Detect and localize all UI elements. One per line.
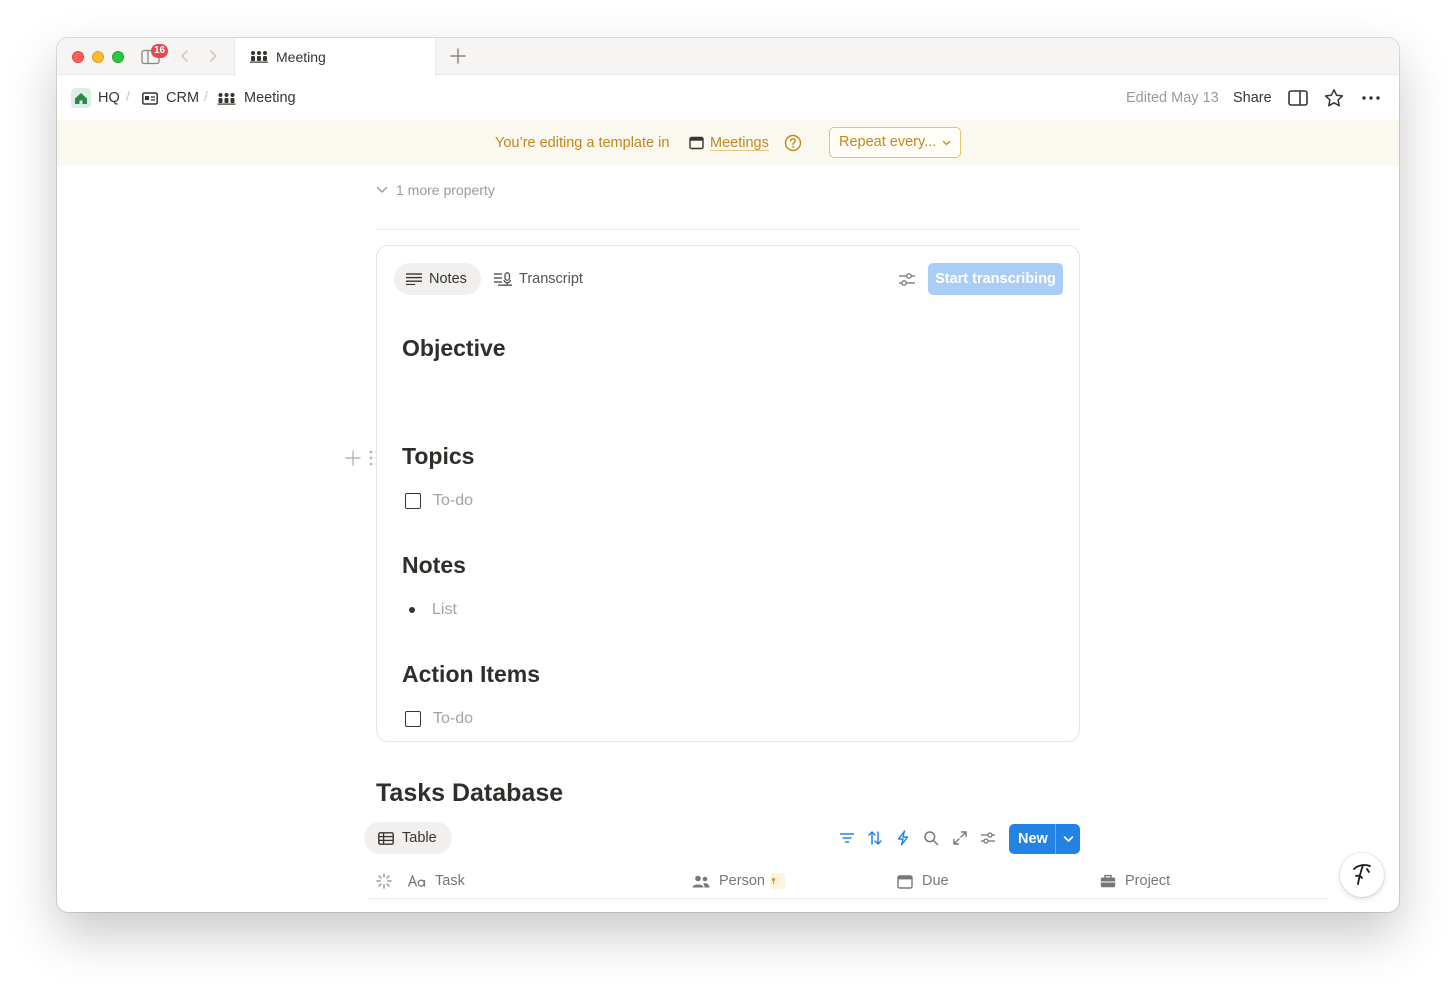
button-divider xyxy=(1055,824,1056,854)
home-icon xyxy=(71,88,91,108)
briefcase-icon xyxy=(1100,874,1116,888)
key-icon xyxy=(770,873,785,889)
forward-arrow-icon[interactable] xyxy=(206,48,220,64)
new-tab-plus-icon[interactable] xyxy=(449,47,467,65)
tab-label: Notes xyxy=(429,271,467,287)
add-block-plus-icon xyxy=(345,450,361,466)
view-label: Table xyxy=(402,830,437,846)
edited-timestamp: Edited May 13 xyxy=(1126,90,1219,106)
tab-transcript[interactable]: Transcript xyxy=(494,263,604,295)
breadcrumb-item-hq[interactable]: HQ xyxy=(71,76,120,120)
text-lines-icon xyxy=(406,273,422,285)
search-icon[interactable] xyxy=(923,830,939,846)
table-icon xyxy=(378,831,394,845)
checkbox[interactable] xyxy=(405,493,421,509)
bullet-item[interactable]: List xyxy=(409,601,457,619)
breadcrumb-separator: / xyxy=(126,88,130,104)
expand-icon[interactable] xyxy=(952,830,968,846)
back-arrow-icon[interactable] xyxy=(178,48,192,64)
new-label: New xyxy=(1018,831,1048,847)
tab-notes[interactable]: Notes xyxy=(394,263,481,295)
tasks-database-title[interactable]: Tasks Database xyxy=(376,779,563,808)
zoom-window-button[interactable] xyxy=(112,51,124,63)
column-label: Project xyxy=(1125,873,1171,889)
breadcrumb-label: CRM xyxy=(166,90,200,106)
list-placeholder: List xyxy=(432,601,457,618)
share-button[interactable]: Share xyxy=(1233,76,1272,120)
star-icon[interactable] xyxy=(1323,88,1345,108)
todo-item[interactable]: To-do xyxy=(405,492,473,510)
filter-icon[interactable] xyxy=(839,830,855,846)
column-label: Task xyxy=(435,873,465,889)
column-header-due[interactable]: Due xyxy=(897,871,949,891)
column-label: Person xyxy=(719,873,765,889)
sliders-settings-icon[interactable] xyxy=(897,271,917,289)
chevron-down-icon xyxy=(376,186,388,193)
tab-label: Transcript xyxy=(519,271,583,287)
column-label: Due xyxy=(922,873,949,889)
automation-lightning-icon[interactable] xyxy=(895,830,911,846)
transcript-icon xyxy=(494,272,512,286)
title-aa-icon xyxy=(408,875,426,887)
breadcrumb-item-crm[interactable]: CRM xyxy=(142,76,199,120)
column-header-project[interactable]: Project xyxy=(1100,871,1170,891)
people-icon xyxy=(250,51,268,63)
meetings-database-link[interactable]: Meetings xyxy=(710,135,769,151)
repeat-every-button[interactable]: Repeat every... xyxy=(829,127,961,158)
view-tab-table[interactable]: Table xyxy=(364,822,452,854)
tab-title: Meeting xyxy=(276,49,326,65)
app-window: 16 Meeting HQ / CRM / Meeting Edited May… xyxy=(57,38,1399,912)
template-banner: You’re editing a template in Meetings Re… xyxy=(57,120,1399,166)
chevron-down-icon xyxy=(942,140,951,146)
notion-ai-button[interactable] xyxy=(1340,853,1384,897)
todo-item[interactable]: To-do xyxy=(405,710,473,728)
repeat-label: Repeat every... xyxy=(839,134,937,150)
sliders-settings-icon[interactable] xyxy=(980,830,996,846)
calendar-icon xyxy=(897,874,913,889)
checkbox[interactable] xyxy=(405,711,421,727)
new-record-button[interactable]: New xyxy=(1009,824,1080,854)
notion-ai-face-icon xyxy=(1353,864,1371,885)
people-icon xyxy=(217,92,236,105)
close-window-button[interactable] xyxy=(72,51,84,63)
bullet-dot xyxy=(409,607,415,613)
heading-objective[interactable]: Objective xyxy=(402,335,506,362)
chevron-down-icon[interactable] xyxy=(1063,835,1074,843)
notification-badge: 16 xyxy=(151,44,169,58)
minimize-window-button[interactable] xyxy=(92,51,104,63)
start-transcribing-button[interactable]: Start transcribing xyxy=(928,263,1063,295)
breadcrumb-item-meeting[interactable]: Meeting xyxy=(217,76,296,120)
contact-card-icon xyxy=(142,91,158,105)
side-peek-icon[interactable] xyxy=(1287,88,1309,108)
more-options-icon[interactable] xyxy=(1360,88,1382,108)
browser-tab-meeting[interactable]: Meeting xyxy=(234,38,436,76)
heading-topics[interactable]: Topics xyxy=(402,443,474,470)
title-bar: 16 Meeting xyxy=(57,38,1399,76)
loading-spinner-icon xyxy=(376,873,392,889)
meeting-notes-block: Notes Transcript Start transcribing Obje… xyxy=(376,245,1080,742)
todo-placeholder: To-do xyxy=(433,710,474,727)
more-properties-toggle[interactable]: 1 more property xyxy=(376,182,495,198)
breadcrumb-label: HQ xyxy=(98,90,120,106)
properties-divider xyxy=(376,229,1080,230)
heading-action-items[interactable]: Action Items xyxy=(402,661,540,688)
heading-notes[interactable]: Notes xyxy=(402,552,466,579)
table-header-divider xyxy=(368,898,1328,899)
page-topbar: HQ / CRM / Meeting Edited May 13 Share xyxy=(57,76,1399,120)
more-properties-label: 1 more property xyxy=(396,182,495,198)
banner-text: You’re editing a template in xyxy=(495,135,670,151)
todo-placeholder: To-do xyxy=(433,492,474,509)
calendar-icon xyxy=(689,136,704,150)
breadcrumb-separator: / xyxy=(204,88,208,104)
column-header-person[interactable]: Person xyxy=(692,871,785,891)
people-icon xyxy=(692,875,710,887)
column-header-task[interactable]: Task xyxy=(408,871,465,891)
breadcrumb-label: Meeting xyxy=(244,90,296,106)
sort-icon[interactable] xyxy=(867,830,883,846)
help-icon[interactable] xyxy=(784,134,802,152)
